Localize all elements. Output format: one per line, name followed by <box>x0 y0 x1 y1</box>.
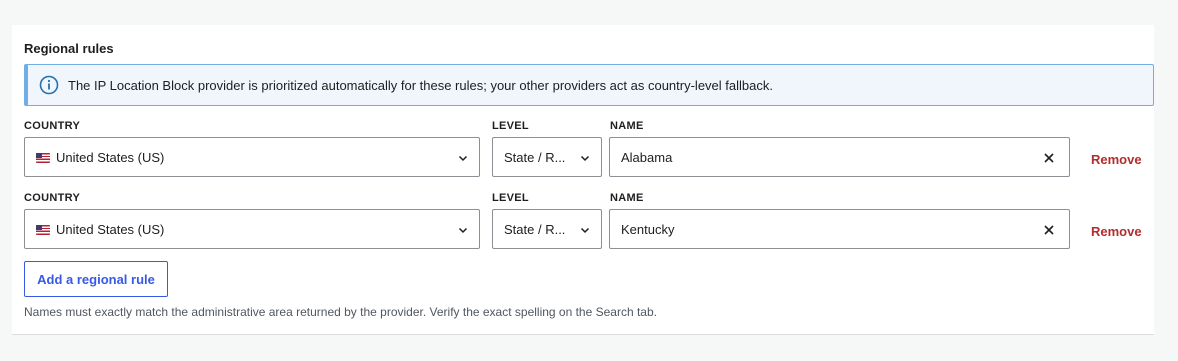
country-label: COUNTRY <box>24 120 81 132</box>
name-label: NAME <box>610 120 644 132</box>
clear-icon[interactable] <box>1041 150 1057 166</box>
chevron-down-icon <box>458 155 468 162</box>
us-flag-icon <box>36 152 50 163</box>
country-text: United States (US) <box>56 149 165 165</box>
name-label: NAME <box>610 192 644 204</box>
country-select[interactable]: United States (US) <box>24 137 480 177</box>
country-value: United States (US) <box>25 150 164 165</box>
chevron-down-icon <box>458 227 468 234</box>
add-regional-rule-button[interactable]: Add a regional rule <box>24 261 168 297</box>
section-title: Regional rules <box>24 41 114 56</box>
level-select[interactable]: State / R... <box>492 209 602 249</box>
name-value: Alabama <box>621 149 673 165</box>
name-value: Kentucky <box>621 221 675 237</box>
level-value: State / R... <box>504 149 566 165</box>
name-input[interactable]: Kentucky <box>609 209 1070 249</box>
regional-rule-row: COUNTRY LEVEL NAME United States (US) St… <box>24 120 1154 188</box>
name-input[interactable]: Alabama <box>609 137 1070 177</box>
remove-button[interactable]: Remove <box>1091 152 1142 167</box>
info-notice: The IP Location Block provider is priori… <box>24 64 1154 106</box>
level-select[interactable]: State / R... <box>492 137 602 177</box>
notice-text: The IP Location Block provider is priori… <box>68 77 773 93</box>
level-label: LEVEL <box>492 120 529 132</box>
regional-rules-panel: Regional rules The IP Location Block pro… <box>12 25 1154 335</box>
country-value: United States (US) <box>25 222 164 237</box>
country-label: COUNTRY <box>24 192 81 204</box>
help-text: Names must exactly match the administrat… <box>24 305 657 319</box>
us-flag-icon <box>36 224 50 235</box>
chevron-down-icon <box>580 227 590 234</box>
info-icon <box>39 75 59 95</box>
level-label: LEVEL <box>492 192 529 204</box>
chevron-down-icon <box>580 155 590 162</box>
country-select[interactable]: United States (US) <box>24 209 480 249</box>
country-text: United States (US) <box>56 221 165 237</box>
regional-rule-row: COUNTRY LEVEL NAME United States (US) St… <box>24 192 1154 260</box>
remove-button[interactable]: Remove <box>1091 224 1142 239</box>
level-value: State / R... <box>504 221 566 237</box>
clear-icon[interactable] <box>1041 222 1057 238</box>
